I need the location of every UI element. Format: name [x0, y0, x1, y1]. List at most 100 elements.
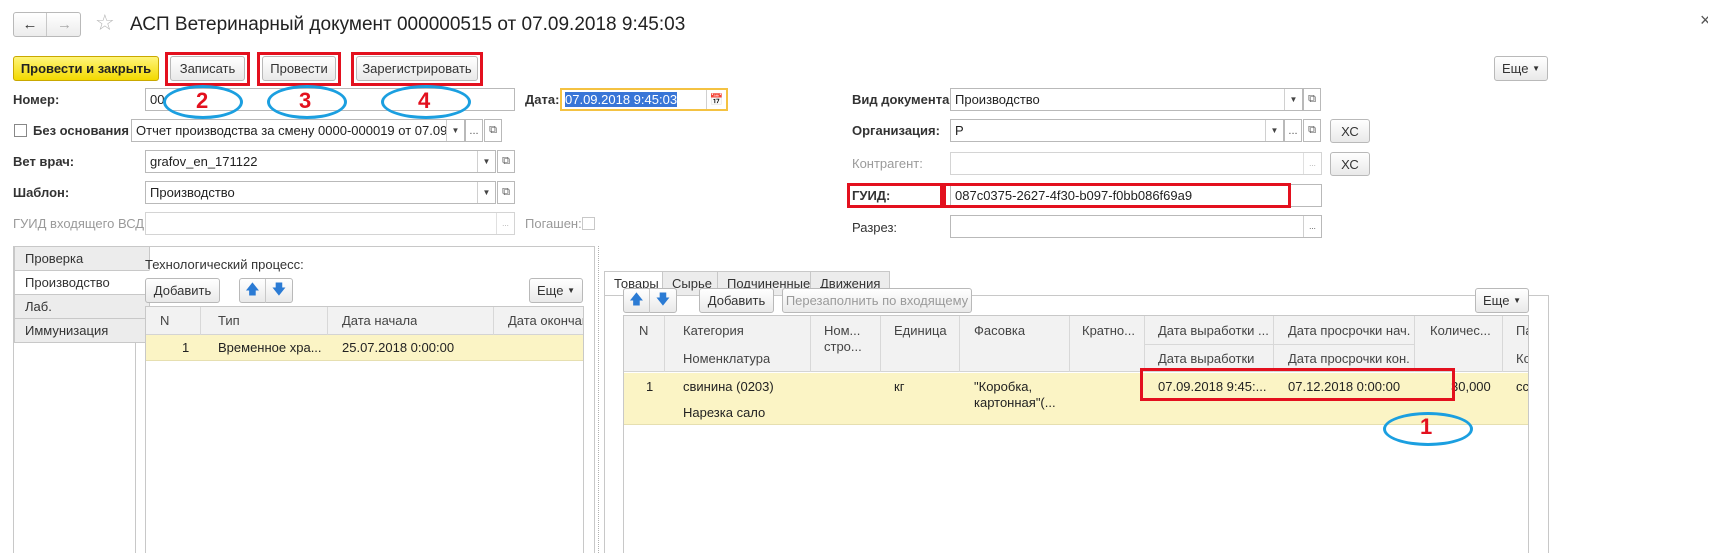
goods-add-button[interactable]: Добавить: [699, 288, 774, 313]
goods-col-ko[interactable]: Ко: [1516, 351, 1528, 366]
repaid-label: Погашен:: [525, 216, 582, 231]
tab-check[interactable]: Проверка: [14, 246, 150, 271]
forward-arrow-icon[interactable]: →: [48, 13, 81, 36]
doc-type-value: Производство: [955, 92, 1040, 107]
tab-lab-research[interactable]: Лаб. исследования: [14, 294, 150, 329]
basis-field[interactable]: Отчет производства за смену 0000-000019 …: [131, 119, 465, 142]
goods-col-nomenclature[interactable]: Номенклатура: [683, 351, 770, 366]
goods-col-exp-end[interactable]: Дата просрочки кон.: [1288, 351, 1410, 366]
vet-label: Вет врач:: [13, 154, 75, 169]
post-button[interactable]: Провести: [262, 56, 336, 81]
header-subdivider: [1144, 344, 1414, 345]
favorite-star-icon[interactable]: ☆: [95, 10, 115, 36]
goods-col-qty[interactable]: Количес...: [1430, 323, 1491, 338]
tab-immunization[interactable]: Иммунизация: [14, 318, 150, 343]
goods-col-prod-date-start[interactable]: Дата выработки ...: [1158, 323, 1269, 338]
process-row-start: 25.07.2018 0:00:00: [342, 340, 455, 355]
save-button[interactable]: Записать: [170, 56, 245, 81]
vet-field[interactable]: grafov_en_171122 ▼: [145, 150, 496, 173]
arrow-up-icon[interactable]: 🡅: [240, 278, 266, 303]
section-field[interactable]: ...: [950, 215, 1322, 238]
basis-open-icon[interactable]: ⧉: [484, 119, 502, 142]
template-open-icon[interactable]: ⧉: [497, 181, 515, 204]
guid-incoming-select-button[interactable]: ...: [496, 213, 514, 234]
process-col-type[interactable]: Тип: [218, 313, 240, 328]
arrow-down-icon[interactable]: 🡇: [650, 289, 676, 313]
table-row[interactable]: 1 Временное хра... 25.07.2018 0:00:00: [146, 335, 583, 361]
basis-value: Отчет производства за смену 0000-000019 …: [136, 123, 465, 138]
no-basis-checkbox[interactable]: [14, 124, 27, 137]
doc-type-field[interactable]: Производство ▼: [950, 88, 1303, 111]
goods-col-pa[interactable]: Па: [1516, 323, 1528, 338]
goods-col-unit[interactable]: Единица: [894, 323, 947, 338]
template-field[interactable]: Производство ▼: [145, 181, 496, 204]
date-field[interactable]: 07.09.2018 9:45:03 📅: [560, 88, 728, 111]
calendar-icon[interactable]: 📅: [706, 90, 726, 109]
chevron-down-icon[interactable]: ▼: [477, 182, 495, 203]
process-add-button[interactable]: Добавить: [145, 278, 220, 303]
panel-splitter[interactable]: [598, 246, 600, 553]
col-divider: [880, 316, 881, 372]
section-select-button[interactable]: ...: [1303, 216, 1321, 237]
contractor-xc-button[interactable]: ХС: [1330, 152, 1370, 176]
guid-incoming-field[interactable]: ...: [145, 212, 515, 235]
chevron-down-icon[interactable]: ▼: [477, 151, 495, 172]
goods-col-category[interactable]: Категория: [683, 323, 744, 338]
register-button[interactable]: Зарегистрировать: [356, 56, 478, 81]
col-divider: [1414, 316, 1415, 372]
col-divider: [1069, 316, 1070, 372]
more-label: Еще: [1502, 61, 1529, 76]
more-button[interactable]: Еще ▼: [1494, 56, 1548, 81]
post-and-close-button[interactable]: Провести и закрыть: [13, 56, 159, 81]
chevron-down-icon[interactable]: ▼: [1284, 89, 1302, 110]
template-label: Шаблон:: [13, 185, 70, 200]
process-more-button[interactable]: Еще ▼: [529, 278, 583, 303]
guid-incoming-label: ГУИД входящего ВСД:: [13, 216, 148, 231]
goods-more-button[interactable]: Еще ▼: [1475, 288, 1529, 313]
goods-table: N Категория Номенклатура Ном... стро... …: [623, 315, 1529, 553]
org-field[interactable]: Р ▼: [950, 119, 1284, 142]
goods-row-exp-start: 07.12.2018 0:00:00: [1288, 379, 1401, 394]
arrow-down-icon[interactable]: 🡇: [266, 279, 292, 303]
col-divider: [959, 316, 960, 372]
back-arrow-icon[interactable]: ←: [14, 13, 47, 36]
section-label: Разрез:: [852, 220, 898, 235]
goods-refill-button[interactable]: Перезаполнить по входящему: [782, 288, 972, 313]
org-select-button[interactable]: ...: [1284, 119, 1302, 142]
number-field[interactable]: 00: [145, 88, 515, 111]
process-col-end[interactable]: Дата окончани: [508, 313, 583, 328]
contractor-field[interactable]: ...: [950, 152, 1322, 175]
process-col-start[interactable]: Дата начала: [342, 313, 417, 328]
number-label: Номер:: [13, 92, 60, 107]
goods-row-packing: "Коробка, картонная"(...: [974, 379, 1056, 410]
col-divider: [1502, 316, 1503, 372]
org-value: Р: [955, 123, 964, 138]
goods-col-multiplicity[interactable]: Кратно...: [1082, 323, 1135, 338]
arrow-up-icon[interactable]: 🡅: [624, 288, 650, 313]
process-col-n[interactable]: N: [160, 313, 169, 328]
window-right-edge: [1708, 0, 1726, 553]
goods-col-n[interactable]: N: [639, 323, 648, 338]
goods-col-prod-date[interactable]: Дата выработки: [1158, 351, 1254, 366]
goods-col-line-no[interactable]: Ном... стро...: [824, 323, 878, 355]
contractor-label: Контрагент:: [852, 156, 923, 171]
chevron-down-icon[interactable]: ▼: [446, 120, 464, 141]
guid-field[interactable]: 087c0375-2627-4f30-b097-f0bb086f69a9: [950, 184, 1322, 207]
goods-col-exp-start[interactable]: Дата просрочки нач.: [1288, 323, 1410, 338]
tab-production[interactable]: Производство: [14, 270, 150, 295]
org-open-icon[interactable]: ⧉: [1303, 119, 1321, 142]
chevron-down-icon[interactable]: ▼: [1265, 120, 1283, 141]
goods-row-pa: сс: [1516, 379, 1529, 394]
vet-open-icon[interactable]: ⧉: [497, 150, 515, 173]
table-row[interactable]: 1 свинина (0203) Нарезка сало кг "Коробк…: [624, 373, 1529, 425]
doc-type-open-icon[interactable]: ⧉: [1303, 88, 1321, 111]
repaid-checkbox[interactable]: [582, 217, 595, 230]
goods-col-packing[interactable]: Фасовка: [974, 323, 1025, 338]
goods-row-qty: 30,000: [1451, 379, 1491, 394]
org-xc-button[interactable]: ХС: [1330, 119, 1370, 143]
contractor-select-button[interactable]: ...: [1303, 153, 1321, 174]
goods-row-nomenclature: Нарезка сало: [683, 405, 766, 420]
basis-select-button[interactable]: ...: [465, 119, 483, 142]
date-value: 07.09.2018 9:45:03: [565, 92, 678, 107]
chevron-down-icon: ▼: [1513, 296, 1521, 305]
